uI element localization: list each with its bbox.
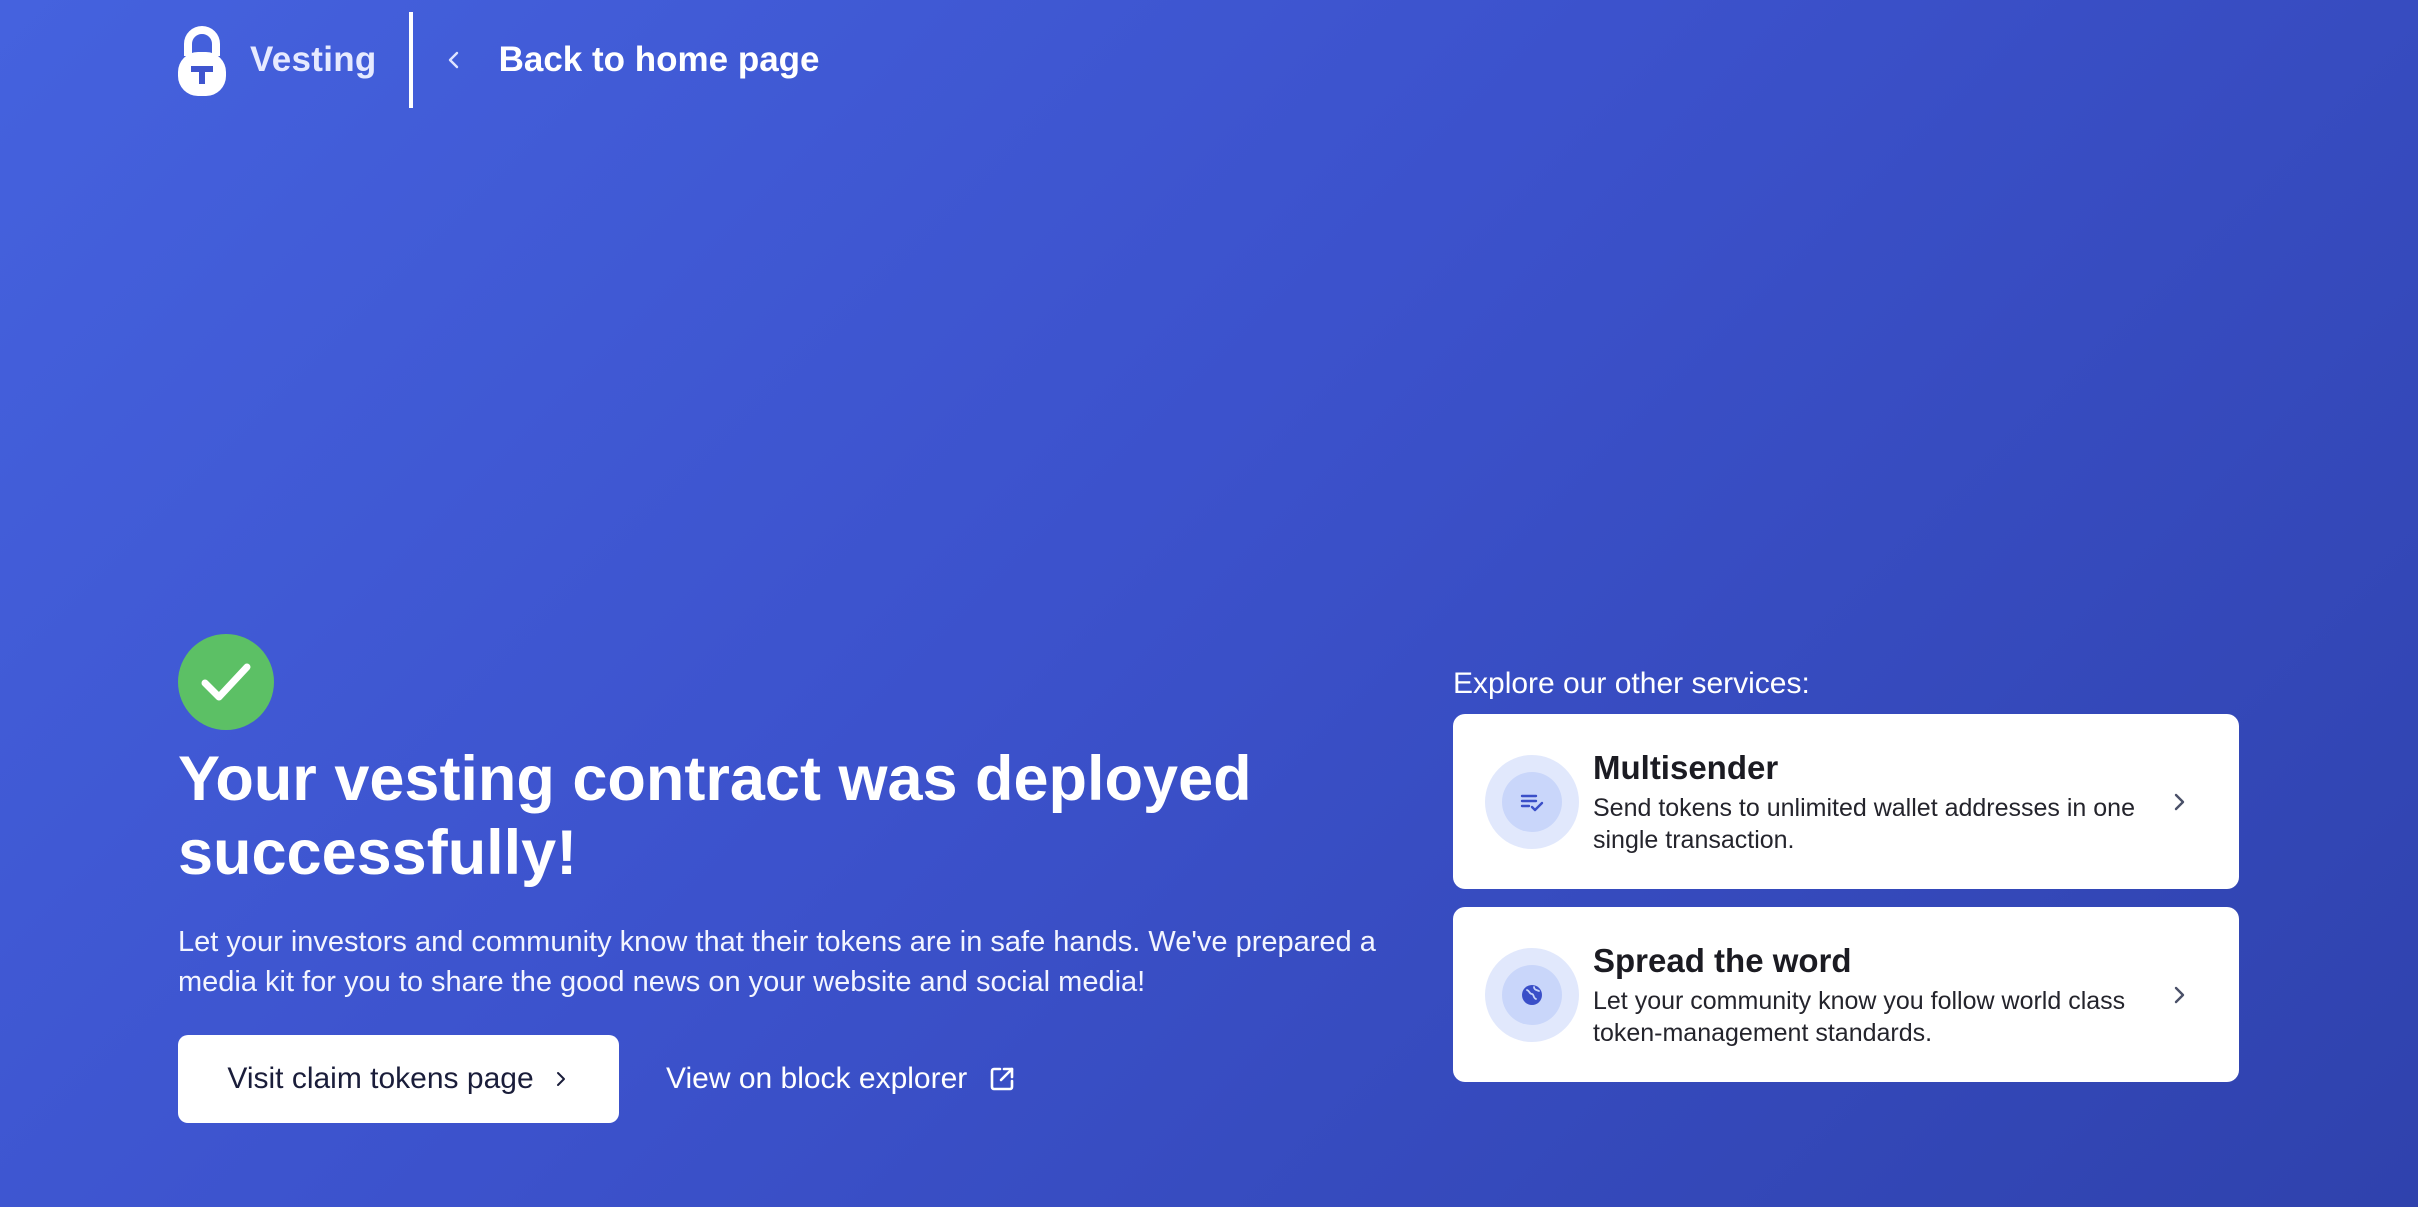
service-description: Send tokens to unlimited wallet addresse…: [1593, 793, 2135, 854]
top-header: Vesting Back to home page: [176, 12, 820, 108]
list-check-icon: [1520, 794, 1544, 811]
back-to-home-link[interactable]: Back to home page: [443, 40, 820, 80]
chevron-left-icon: [448, 51, 458, 69]
header-divider: [408, 12, 413, 108]
page-title: Your vesting contract was deployed succe…: [178, 744, 1252, 888]
chevron-right-icon: [2174, 793, 2185, 810]
service-title: Spread the word: [1593, 941, 1852, 979]
brand-name: Vesting: [250, 40, 377, 79]
explorer-link-label: View on block explorer: [666, 1062, 968, 1095]
service-text: Spread the word Let your community know …: [1593, 941, 2153, 1049]
service-icon-inner: [1502, 771, 1562, 832]
external-link-icon: [990, 1067, 1014, 1091]
view-on-block-explorer-link[interactable]: View on block explorer: [666, 1055, 1017, 1103]
chevron-right-icon: [556, 1072, 565, 1086]
chevron-right-icon: [2174, 986, 2185, 1003]
visit-claim-tokens-button[interactable]: Visit claim tokens page: [178, 1035, 619, 1123]
page-subtext: Let your investors and community know th…: [178, 926, 1376, 998]
service-icon-inner: [1502, 964, 1562, 1025]
brand[interactable]: Vesting: [176, 24, 377, 96]
lock-logo-icon: [178, 26, 226, 96]
service-icon-wrap: [1485, 947, 1579, 1042]
back-link-label: Back to home page: [498, 40, 820, 79]
globe-icon: [1522, 984, 1542, 1005]
service-text: Multisender Send tokens to unlimited wal…: [1593, 748, 2153, 856]
service-icon-wrap: [1485, 754, 1579, 849]
visit-claim-tokens-label: Visit claim tokens page: [227, 1062, 534, 1095]
checkmark-icon: [201, 663, 251, 701]
service-description: Let your community know you follow world…: [1593, 986, 2126, 1047]
service-card-multisender[interactable]: Multisender Send tokens to unlimited wal…: [1453, 714, 2239, 889]
services-title: Explore our other services:: [1453, 667, 1810, 700]
service-title: Multisender: [1593, 748, 1779, 786]
success-badge: [178, 634, 274, 730]
service-card-spread-the-word[interactable]: Spread the word Let your community know …: [1453, 907, 2239, 1082]
